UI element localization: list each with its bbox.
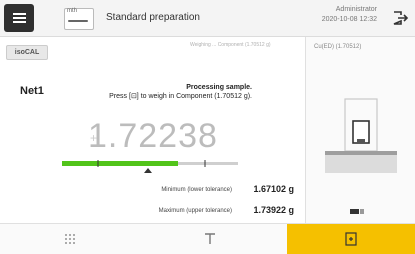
user-name: Administrator bbox=[335, 6, 377, 13]
page-title: Standard preparation bbox=[106, 12, 200, 23]
tolerance-max-value: 1.73922 g bbox=[253, 205, 294, 215]
confirm-weigh-button[interactable] bbox=[287, 224, 415, 254]
header-bar: mth Standard preparation Administrator 2… bbox=[0, 0, 415, 37]
tolerance-gauge bbox=[62, 160, 238, 173]
weighing-panel: isoCAL Weighing ... Component (1.70512 g… bbox=[0, 37, 305, 223]
component-panel: Cu(ED) (1.70512) bbox=[305, 37, 415, 223]
isocal-button[interactable]: isoCAL bbox=[6, 45, 48, 60]
user-info: Administrator 2020-10-08 12:32 bbox=[322, 5, 377, 25]
zero-button[interactable] bbox=[140, 224, 280, 254]
instruction-message: Processing sample. Press [⊡] to weigh in… bbox=[76, 83, 252, 101]
method-icon[interactable]: mth bbox=[64, 8, 94, 30]
balance-illustration-icon bbox=[325, 98, 397, 173]
message-line-2: Press [⊡] to weigh in Component (1.70512… bbox=[109, 93, 252, 100]
gauge-target-marker bbox=[144, 168, 152, 173]
weight-value: 1.72238 bbox=[88, 117, 218, 155]
bottom-toolbar bbox=[0, 223, 415, 254]
breadcrumb: Weighing ... Component (1.70512 g) bbox=[190, 42, 271, 48]
logout-icon[interactable] bbox=[391, 9, 409, 27]
hamburger-icon bbox=[13, 13, 26, 15]
tare-icon bbox=[65, 234, 75, 245]
zero-icon bbox=[205, 233, 215, 245]
tare-button[interactable] bbox=[0, 224, 140, 254]
hamburger-icon-line bbox=[13, 21, 26, 23]
hamburger-icon-line bbox=[13, 17, 26, 19]
message-line-1: Processing sample. bbox=[186, 84, 252, 91]
tolerance-min-value: 1.67102 g bbox=[253, 184, 294, 194]
tolerance-min-label: Minimum (lower tolerance) bbox=[161, 187, 232, 193]
confirm-weigh-icon bbox=[345, 232, 357, 246]
method-curve-icon bbox=[68, 20, 88, 22]
net-label: Net1 bbox=[20, 85, 44, 97]
tolerance-max-label: Maximum (upper tolerance) bbox=[158, 208, 232, 214]
date-time: 2020-10-08 12:32 bbox=[321, 16, 377, 23]
component-title: Cu(ED) (1.70512) bbox=[314, 44, 362, 50]
gauge-fill bbox=[62, 161, 178, 166]
menu-button[interactable] bbox=[4, 4, 34, 32]
page-indicator-icon bbox=[350, 209, 364, 214]
method-tag: mth bbox=[67, 8, 78, 14]
